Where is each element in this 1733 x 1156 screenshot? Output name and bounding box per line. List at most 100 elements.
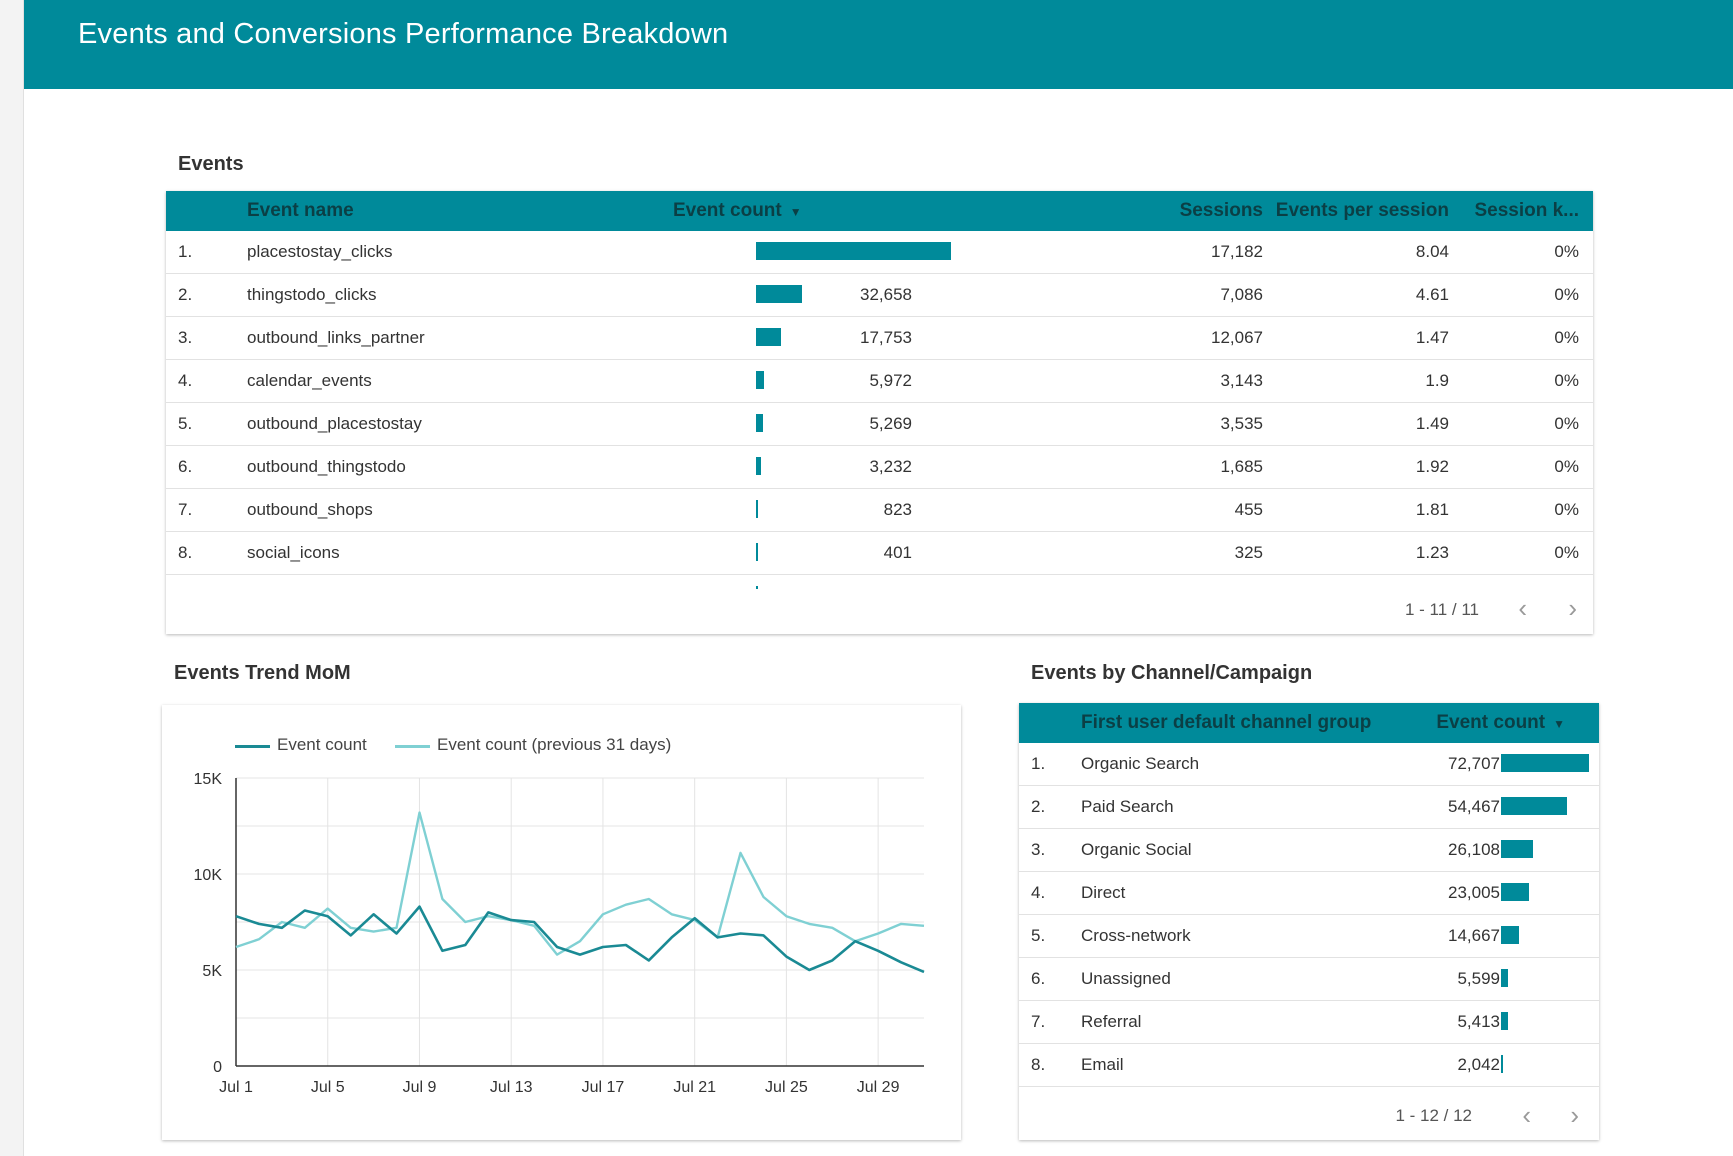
- left-edge-rule: [0, 0, 24, 1156]
- row-rank: 8.: [178, 543, 193, 562]
- table-row[interactable]: 2. thingstodo_clicks 32,658 7,086 4.61 0%: [166, 274, 1593, 317]
- column-event-count-label: Event count: [673, 200, 782, 221]
- event-count-bar: [756, 414, 764, 432]
- events-table-header: Event name Event count ▼ Sessions Events …: [166, 191, 1593, 231]
- y-tick-label: 5K: [202, 963, 222, 980]
- events-per-session-cell: 8.04: [1415, 242, 1449, 261]
- row-rank: 2.: [178, 285, 193, 304]
- event-name-cell: outbound_placestostay: [247, 414, 422, 433]
- table-row[interactable]: 7. Referral 5,413: [1019, 1001, 1599, 1044]
- event-count-cell: 3,232: [869, 457, 912, 476]
- table-row[interactable]: 3. outbound_links_partner 17,753 12,067 1.47…: [166, 317, 1593, 360]
- sessions-cell: 17,182: [1211, 242, 1263, 261]
- series-line-current[interactable]: [235, 905, 925, 974]
- row-rank: 9.: [178, 586, 192, 589]
- row-rank: 7.: [1031, 1012, 1046, 1031]
- sessions-cell: 12,067: [1211, 328, 1263, 347]
- channel-count-cell: 54,467: [1448, 797, 1500, 816]
- event-count-bar: [756, 328, 782, 346]
- event-name-cell: outbound_thingstodo: [247, 457, 406, 476]
- table-row[interactable]: 8. social_icons 401 325 1.23 0%: [166, 532, 1593, 575]
- table-row[interactable]: 4. Direct 23,005: [1019, 872, 1599, 915]
- table-row[interactable]: 7. outbound_shops 823 455 1.81 0%: [166, 489, 1593, 532]
- x-tick-label: Jul 21: [673, 1079, 716, 1096]
- prev-page-icon[interactable]: ‹: [1518, 595, 1527, 621]
- column-event-count[interactable]: Event count ▼: [673, 200, 802, 222]
- events-pagination-label: 1 - 11 / 11: [1404, 600, 1479, 619]
- event-count-cell: 5,269: [869, 414, 912, 433]
- column-channel-group[interactable]: First user default channel group: [1081, 712, 1371, 734]
- report-header: Events and Conversions Performance Break…: [24, 0, 1733, 89]
- table-row[interactable]: 9. outbound_dining 315 189 1.67 0%: [166, 575, 1593, 589]
- row-rank: 6.: [178, 457, 193, 476]
- sessions-cell: 455: [1234, 500, 1263, 519]
- table-row[interactable]: 6. outbound_thingstodo 3,232 1,685 1.92 0%: [166, 446, 1593, 489]
- channel-count-cell: 14,667: [1448, 926, 1500, 945]
- sort-desc-icon: ▼: [1553, 717, 1565, 731]
- events-per-session-cell: 4.61: [1415, 285, 1449, 304]
- channel-count-cell: 72,707: [1448, 754, 1500, 773]
- column-sessions[interactable]: Sessions: [1180, 200, 1263, 222]
- sessions-cell: 189: [1235, 586, 1263, 589]
- channel-name-cell: Paid Search: [1081, 797, 1174, 816]
- table-row[interactable]: 3. Organic Social 26,108: [1019, 829, 1599, 872]
- table-row[interactable]: 4. calendar_events 5,972 3,143 1.9 0%: [166, 360, 1593, 403]
- events-per-session-cell: 1.9: [1425, 371, 1449, 390]
- table-row[interactable]: 5. outbound_placestostay 5,269 3,535 1.49 0%: [166, 403, 1593, 446]
- event-count-bar: [756, 500, 758, 518]
- channel-name-cell: Email: [1081, 1055, 1124, 1074]
- session-key-cell: 0%: [1554, 457, 1579, 476]
- channel-name-cell: Cross-network: [1081, 926, 1191, 945]
- row-rank: 8.: [1031, 1055, 1046, 1074]
- events-trend-chart: Event count Event count (previous 31 day…: [162, 705, 961, 1140]
- event-count-cell: 315: [884, 586, 912, 589]
- channel-count-bar: [1501, 1012, 1508, 1030]
- sessions-cell: 325: [1234, 543, 1263, 562]
- next-page-icon[interactable]: ›: [1570, 1102, 1579, 1128]
- column-channel-event-count-label: Event count: [1436, 712, 1546, 733]
- channel-count-cell: 26,108: [1448, 840, 1500, 859]
- table-row[interactable]: 8. Email 2,042: [1019, 1044, 1599, 1087]
- table-row[interactable]: 5. Cross-network 14,667: [1019, 915, 1599, 958]
- table-row[interactable]: 1. Organic Search 72,707: [1019, 743, 1599, 786]
- y-tick-label: 10K: [194, 867, 223, 884]
- table-row[interactable]: 6. Unassigned 5,599: [1019, 958, 1599, 1001]
- table-row[interactable]: 9.Display526: [1019, 1087, 1599, 1098]
- channel-name-cell: Referral: [1081, 1012, 1142, 1031]
- events-per-session-cell: 1.49: [1415, 414, 1449, 433]
- column-channel-event-count[interactable]: Event count ▼: [1436, 712, 1565, 734]
- event-count-bar: [756, 285, 803, 303]
- prev-page-icon[interactable]: ‹: [1522, 1102, 1531, 1128]
- column-event-name[interactable]: Event name: [247, 200, 354, 222]
- column-session-key[interactable]: Session k...: [1474, 200, 1579, 222]
- session-key-cell: 0%: [1554, 586, 1579, 589]
- column-events-per-session[interactable]: Events per session: [1276, 200, 1449, 222]
- event-count-bar: [756, 586, 758, 589]
- trend-section-label: Events Trend MoM: [174, 662, 351, 684]
- event-name-cell: outbound_dining: [247, 586, 373, 589]
- row-rank: 4.: [1031, 883, 1046, 902]
- session-key-cell: 0%: [1554, 328, 1579, 347]
- row-rank: 6.: [1031, 969, 1046, 988]
- series-line-previous[interactable]: [235, 811, 925, 956]
- channel-count-bar: [1501, 754, 1589, 772]
- channel-count-bar: [1501, 1055, 1504, 1073]
- session-key-cell: 0%: [1554, 543, 1579, 562]
- table-row[interactable]: 1.placestostay_clicks138,07717,1828.040%: [166, 231, 1593, 274]
- table-row[interactable]: 2. Paid Search 54,467: [1019, 786, 1599, 829]
- events-per-session-cell: 1.23: [1415, 543, 1449, 562]
- event-count-cell: 32,658: [860, 285, 912, 304]
- x-tick-label: Jul 9: [403, 1079, 437, 1096]
- row-rank: 3.: [178, 328, 193, 347]
- row-rank: 2.: [1031, 797, 1046, 816]
- event-count-cell: 401: [883, 543, 912, 562]
- next-page-icon[interactable]: ›: [1568, 595, 1577, 621]
- row-rank: 7.: [178, 500, 193, 519]
- row-rank: 5.: [1031, 926, 1046, 945]
- y-tick-label: 15K: [194, 771, 223, 788]
- channel-count-cell: 5,413: [1457, 1012, 1500, 1031]
- channel-table-body: 1. Organic Search 72,707 2. Paid Search 54,46…: [1019, 743, 1599, 1098]
- events-table-body: 1.placestostay_clicks138,07717,1828.040%…: [166, 231, 1593, 589]
- channel-count-bar: [1501, 926, 1519, 944]
- channel-name-cell: Organic Search: [1081, 754, 1200, 773]
